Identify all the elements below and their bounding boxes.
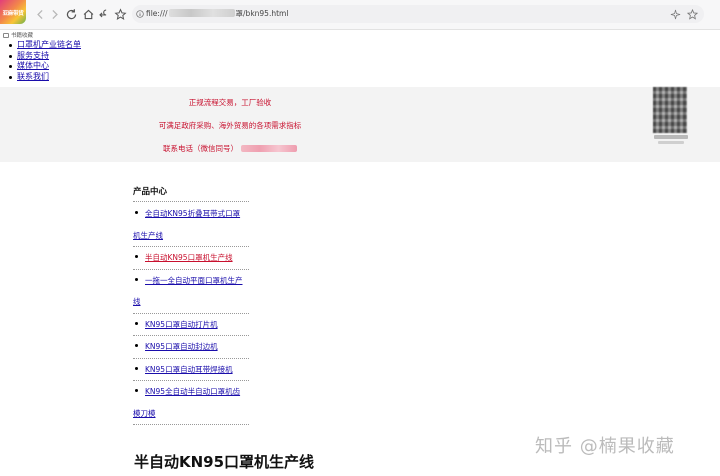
watermark: 知乎 @楠果收藏 — [535, 436, 675, 457]
address-bar[interactable]: file:/// 罩/bkn95.html — [132, 5, 704, 23]
product-link[interactable]: KN95全自动半自动口罩机齿模刀模 — [133, 387, 249, 424]
address-url-suffix: 罩/bkn95.html — [235, 9, 289, 18]
product-link[interactable]: 全自动KN95折叠耳带式口罩机生产线 — [133, 209, 249, 246]
product-link[interactable]: KN95口罩自动打片机 — [145, 320, 218, 329]
list-item: KN95口罩自动封边机 — [133, 336, 249, 359]
product-center-heading: 产品中心 — [133, 187, 168, 197]
address-url[interactable]: file:/// 罩/bkn95.html — [146, 8, 288, 19]
nav-link-contact[interactable]: 联系我们 — [17, 72, 49, 81]
bookmark-label: 书籍收藏 — [11, 33, 34, 39]
product-link-line1: 一拖一全自动平面口罩机生产 — [145, 275, 243, 285]
list-item: 一拖一全自动平面口罩机生产线 — [133, 270, 249, 314]
star-icon[interactable] — [112, 6, 128, 22]
nav-item-media: 媒体中心 — [8, 61, 81, 72]
product-link-line1: 半自动KN95口罩机生产线 — [145, 253, 233, 262]
folder-icon — [3, 32, 9, 38]
product-list: 全自动KN95折叠耳带式口罩机生产线 半自动KN95口罩机生产线 一拖一全自动平… — [133, 203, 249, 425]
list-item: KN95口罩自动耳带焊接机 — [133, 359, 249, 381]
reload-icon[interactable] — [63, 6, 79, 22]
nav-link-industry-list[interactable]: 口罩机产业链名单 — [17, 40, 81, 49]
banner-line-phone: 联系电话（微信同号） — [130, 143, 330, 154]
phone-number-redacted — [241, 145, 297, 152]
product-link[interactable]: 一拖一全自动平面口罩机生产线 — [133, 275, 249, 313]
contact-banner: 正规流程交易，工厂验收 可满足政府采购、海外贸易的各项需求指标 联系电话（微信同… — [0, 87, 720, 162]
phone-label: 联系电话（微信同号） — [163, 144, 238, 153]
bookmarks-bar: 书籍收藏 — [0, 30, 720, 40]
list-item: KN95口罩自动打片机 — [133, 314, 249, 336]
product-link-line1: 全自动KN95折叠耳带式口罩 — [145, 209, 241, 218]
product-link-line1: KN95全自动半自动口罩机齿 — [145, 387, 241, 396]
product-link-line2: 线 — [133, 297, 141, 306]
divider — [133, 201, 249, 202]
nav-item-contact: 联系我们 — [8, 72, 81, 83]
product-link[interactable]: KN95口罩自动耳带焊接机 — [145, 365, 233, 374]
product-link-line1: KN95口罩自动耳带焊接机 — [145, 364, 233, 374]
product-link-line1: KN95口罩自动封边机 — [145, 342, 218, 351]
home-icon[interactable] — [80, 6, 96, 22]
product-link-line2: 机生产线 — [133, 230, 163, 240]
nav-link-media[interactable]: 媒体中心 — [17, 61, 49, 70]
sparkle-icon[interactable] — [670, 9, 681, 20]
qr-code-image — [653, 87, 687, 133]
qr-caption-redacted-2 — [658, 141, 684, 144]
tab-logo-text: 亚麻带货 — [2, 11, 24, 17]
forward-icon[interactable] — [46, 6, 62, 22]
address-redacted — [168, 9, 235, 17]
info-icon[interactable] — [136, 10, 144, 18]
banner-line-requirements: 可满足政府采购、海外贸易的各项需求指标 — [158, 121, 302, 130]
address-url-prefix: file:/// — [146, 9, 168, 18]
bookmark-star-icon[interactable] — [687, 9, 698, 20]
list-item: 全自动KN95折叠耳带式口罩机生产线 — [133, 203, 249, 247]
top-navigation: 口罩机产业链名单 服务支持 媒体中心 联系我们 — [8, 40, 81, 82]
list-item: KN95全自动半自动口罩机齿模刀模 — [133, 381, 249, 425]
bookmark-item[interactable]: 书籍收藏 — [3, 31, 33, 39]
banner-line-trading: 正规流程交易，工厂验收 — [188, 98, 272, 107]
tab-favicon-logo[interactable]: 亚麻带货 — [0, 0, 26, 24]
undo-icon[interactable] — [96, 6, 112, 22]
product-link-active[interactable]: 半自动KN95口罩机生产线 — [145, 253, 233, 262]
browser-toolbar: 亚麻带货 file:/// 罩/bkn95.html — [0, 0, 720, 30]
nav-item-industry-list: 口罩机产业链名单 — [8, 40, 81, 51]
page-title: 半自动KN95口罩机生产线 — [134, 453, 315, 471]
qr-caption-redacted — [654, 135, 688, 139]
product-link-line2: 模刀模 — [133, 408, 156, 418]
product-link-line1: KN95口罩自动打片机 — [145, 319, 218, 329]
product-link[interactable]: KN95口罩自动封边机 — [145, 342, 218, 351]
nav-link-support[interactable]: 服务支持 — [17, 51, 49, 60]
list-item-active: 半自动KN95口罩机生产线 — [133, 247, 249, 270]
nav-item-support: 服务支持 — [8, 51, 81, 62]
